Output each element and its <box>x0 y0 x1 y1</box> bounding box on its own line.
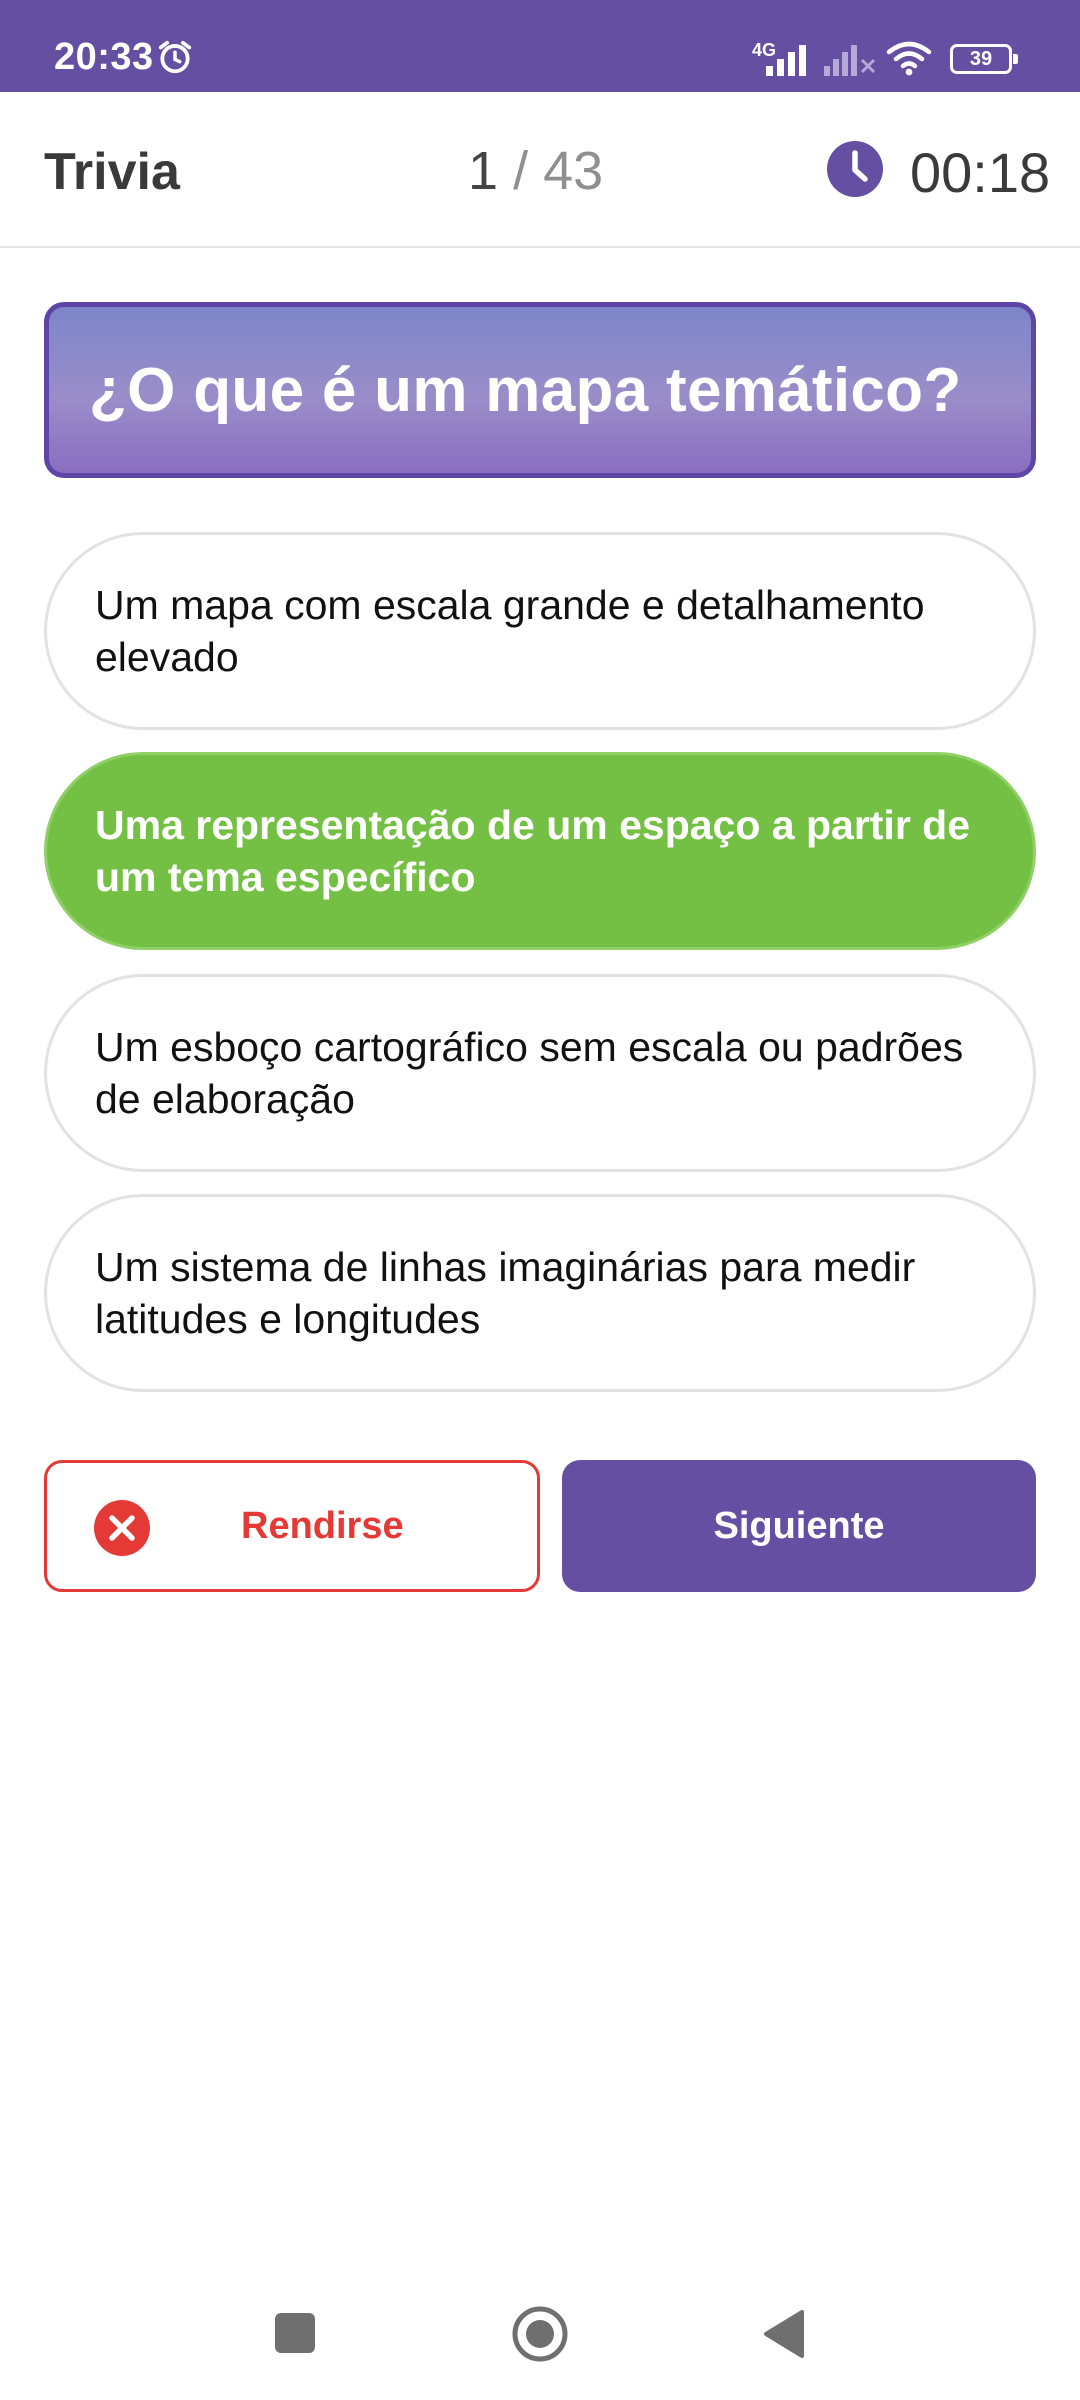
status-bar: 20:33 4G 39 <box>0 0 1080 92</box>
status-time: 20:33 <box>54 36 154 78</box>
next-button[interactable]: Siguiente <box>562 1460 1036 1592</box>
question-card: ¿O que é um mapa temático? <box>44 302 1036 478</box>
answer-option-text: Um sistema de linhas imaginárias para me… <box>95 1244 916 1342</box>
question-total: 43 <box>543 141 604 201</box>
give-up-button[interactable]: Rendirse <box>44 1460 540 1592</box>
timer: 00:18 <box>910 141 1051 204</box>
app-title: Trivia <box>44 143 180 201</box>
battery-icon: 39 <box>950 44 1018 74</box>
answer-option-4[interactable]: Um sistema de linhas imaginárias para me… <box>44 1194 1036 1392</box>
clock-icon <box>827 141 883 197</box>
answer-option-text: Uma representação de um espaço a partir … <box>95 802 971 900</box>
next-label: Siguiente <box>713 1504 885 1547</box>
question-counter: 1 / 43 <box>468 140 603 202</box>
triangle-back-icon[interactable] <box>760 2308 806 2360</box>
navigation-bar <box>0 2268 1080 2400</box>
question-current: 1 <box>468 141 499 201</box>
answer-option-text: Um mapa com escala grande e detalhamento… <box>95 582 925 680</box>
square-recents-icon[interactable] <box>272 2310 318 2356</box>
answer-option-3[interactable]: Um esboço cartográfico sem escala ou pad… <box>44 974 1036 1172</box>
close-circle-icon <box>94 1500 150 1556</box>
app-bar: Trivia 1 / 43 00:18 <box>0 92 1080 248</box>
signal-muted-icon <box>824 45 876 76</box>
answer-option-2-selected[interactable]: Uma representação de um espaço a partir … <box>44 752 1036 950</box>
answer-option-1[interactable]: Um mapa com escala grande e detalhamento… <box>44 532 1036 730</box>
answer-option-text: Um esboço cartográfico sem escala ou pad… <box>95 1024 964 1122</box>
battery-level: 39 <box>969 47 993 70</box>
wifi-icon <box>886 41 932 76</box>
counter-separator: / <box>513 141 529 201</box>
signal-icon <box>766 45 806 76</box>
give-up-label: Rendirse <box>241 1504 404 1547</box>
circle-home-icon[interactable] <box>510 2304 570 2364</box>
alarm-icon <box>158 40 192 74</box>
question-text: ¿O que é um mapa temático? <box>89 355 962 425</box>
